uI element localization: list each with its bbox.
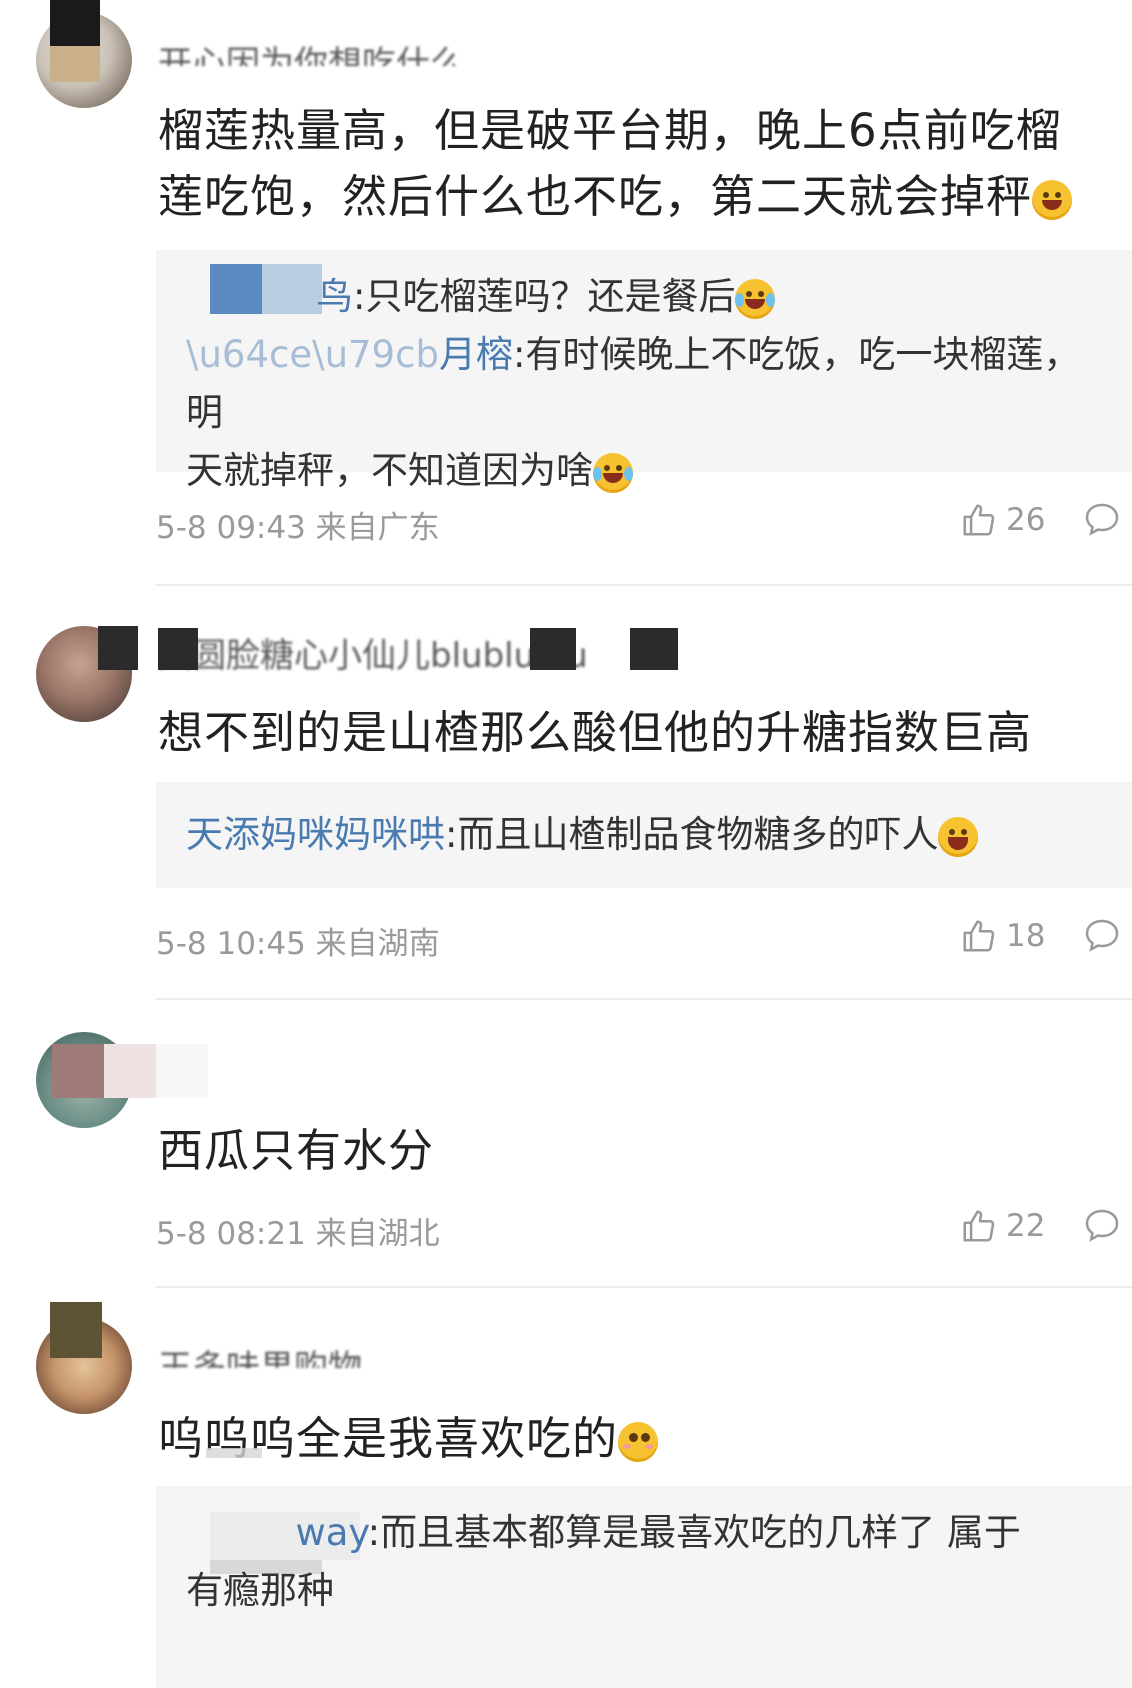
- reply-icon[interactable]: [1082, 500, 1122, 540]
- comment-text: 榴莲热量高，但是破平台期，晚上6点前吃榴 莲吃饱，然后什么也不吃，第二天就会掉秤: [158, 98, 1108, 230]
- pleading-emoji-icon: [618, 1422, 659, 1462]
- reply-box[interactable]: xxxxxway:而且基本都算是最喜欢吃的几样了 属于 有瘾那种: [156, 1486, 1132, 1688]
- privacy-mosaic: [98, 626, 138, 670]
- reply-username[interactable]: 天添妈咪妈咪哄: [186, 813, 445, 856]
- like-count: 18: [1006, 918, 1046, 954]
- scream-emoji-icon: [1032, 180, 1073, 220]
- thumbs-up-icon: [963, 920, 995, 952]
- divider: [156, 1286, 1132, 1288]
- divider: [156, 998, 1132, 1000]
- privacy-mosaic: [530, 628, 576, 670]
- reply-item: xxxxxway:而且基本都算是最喜欢吃的几样了 属于 有瘾那种: [186, 1504, 1106, 1620]
- privacy-mosaic: [50, 1302, 102, 1358]
- reply-text: :只吃榴莲吗？还是餐后: [353, 275, 736, 318]
- thumbs-up-icon: [963, 504, 995, 536]
- comment-meta: 5-8 09:43 来自广东: [156, 510, 440, 546]
- username[interactable]: 王多味果购物: [158, 1340, 408, 1368]
- reply-username[interactable]: 月榕: [439, 333, 513, 376]
- comment-text: 呜呜呜全是我喜欢吃的: [158, 1406, 1108, 1472]
- comment-text: 想不到的是山楂那么酸但他的升糖指数巨高: [158, 706, 1033, 759]
- privacy-mosaic: [158, 628, 198, 670]
- reply-item: 天添妈咪妈咪哄:而且山楂制品食物糖多的吓人: [186, 806, 1106, 864]
- like-button[interactable]: 18: [960, 916, 1045, 956]
- like-count: 22: [1006, 1208, 1046, 1244]
- privacy-mosaic: [50, 46, 100, 82]
- comment-meta: 5-8 08:21 来自湖北: [156, 1216, 440, 1252]
- privacy-mosaic: [262, 264, 322, 314]
- reply-username-blur: \u64ce\u79cb: [186, 333, 439, 376]
- like-button[interactable]: 26: [960, 500, 1045, 540]
- privacy-mosaic: [156, 1044, 208, 1098]
- comment-meta: 5-8 10:45 来自湖南: [156, 926, 440, 962]
- reply-icon[interactable]: [1082, 916, 1122, 956]
- privacy-mosaic: [50, 0, 100, 46]
- grin-emoji-icon: [938, 816, 979, 857]
- privacy-mosaic: [210, 264, 262, 314]
- thumbs-up-icon: [963, 1210, 995, 1242]
- privacy-mosaic: [52, 1044, 104, 1098]
- comment-text-line: 榴莲热量高，但是破平台期，晚上6点前吃榴: [158, 104, 1062, 157]
- privacy-mosaic: [630, 628, 678, 670]
- comment-text-line: 莲吃饱，然后什么也不吃，第二天就会掉秤: [158, 170, 1033, 223]
- reply-text: 天就掉秤，不知道因为啥: [186, 449, 593, 492]
- laugh-cry-emoji-icon: [735, 278, 776, 319]
- username[interactable]: 圆圆脸糖心小仙儿blublublu: [158, 628, 678, 674]
- reply-text: :而且山楂制品食物糖多的吓人: [445, 813, 939, 856]
- privacy-mosaic: [206, 1448, 262, 1458]
- comment-text: 西瓜只有水分: [158, 1124, 435, 1177]
- privacy-mosaic: [104, 1044, 156, 1098]
- reply-text: :而且基本都算是最喜欢吃的几样了 属于: [367, 1511, 1021, 1554]
- reply-item: 鸟:只吃榴莲吗？还是餐后: [316, 268, 1016, 326]
- divider: [156, 584, 1132, 586]
- reply-text: 有瘾那种: [186, 1569, 334, 1612]
- username[interactable]: 开心因为你想吃什么: [158, 36, 518, 66]
- like-button[interactable]: 22: [960, 1206, 1045, 1246]
- reply-item: \u64ce\u79cb月榕:有时候晚上不吃饭，吃一块榴莲，明 天就掉秤，不知道…: [186, 326, 1106, 500]
- reply-username[interactable]: 鸟: [316, 275, 353, 318]
- laugh-cry-emoji-icon: [593, 452, 633, 493]
- reply-username[interactable]: way: [295, 1511, 367, 1554]
- reply-icon[interactable]: [1082, 1206, 1122, 1246]
- reply-box[interactable]: 天添妈咪妈咪哄:而且山楂制品食物糖多的吓人: [156, 782, 1132, 888]
- reply-box[interactable]: 鸟:只吃榴莲吗？还是餐后 \u64ce\u79cb月榕:有时候晚上不吃饭，吃一块…: [156, 250, 1132, 493]
- like-count: 26: [1006, 502, 1046, 538]
